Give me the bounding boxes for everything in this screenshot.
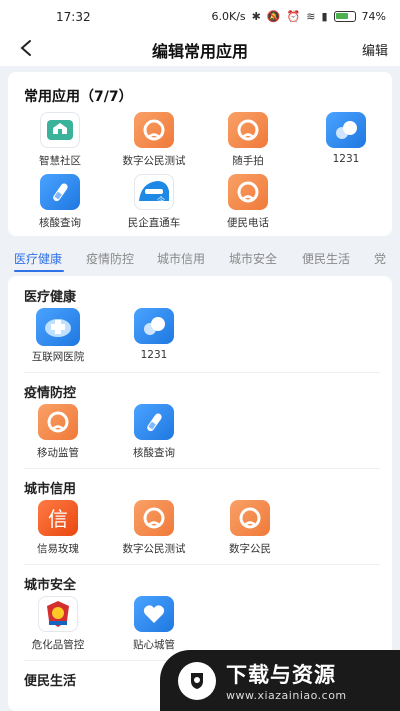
section-title: 城市安全	[24, 578, 77, 593]
divider	[24, 468, 380, 469]
category-list: 医疗健康 互联网医院 1231 疫情防控 移动监管 核酸查询 城市信用 信 信易…	[8, 276, 392, 711]
status-icons: 6.0K/s ✱ 🔕 ⏰ ≋ ▮ 74%	[211, 10, 386, 23]
watermark-banner: 下载与资源 www.xiazainiao.com	[160, 650, 400, 711]
status-time: 17:32	[56, 10, 91, 24]
tab-yiqing-fangkong[interactable]: 疫情防控	[86, 250, 134, 267]
heart-icon	[134, 596, 174, 632]
app-hulianwang-yiyuan[interactable]: 互联网医院	[10, 308, 106, 368]
category-tabs: 医疗健康 疫情防控 城市信用 城市安全 便民生活 党	[0, 244, 400, 274]
train-icon: 企	[134, 174, 174, 210]
download-logo-icon	[178, 661, 216, 700]
test-tube-icon	[40, 174, 80, 210]
supervision-icon	[38, 404, 78, 440]
page-title: 编辑常用应用	[151, 42, 248, 61]
favorites-title: 常用应用（7/7）	[24, 89, 133, 105]
app-1231[interactable]: 1231	[106, 308, 202, 368]
alarm-icon: ⏰	[286, 10, 301, 23]
signal-icon: ▮	[321, 10, 328, 23]
status-bar: 17:32 6.0K/s ✱ 🔕 ⏰ ≋ ▮ 74%	[0, 0, 400, 32]
tab-chengshi-anquan[interactable]: 城市安全	[229, 250, 277, 267]
water-drop-icon	[134, 308, 174, 344]
app-shuzi-gongmin[interactable]: 数字公民	[202, 500, 298, 560]
tab-chengshi-xinyong[interactable]: 城市信用	[157, 250, 205, 267]
police-badge-icon	[38, 596, 78, 632]
mute-icon: 🔕	[266, 10, 281, 23]
app-minqi-zhitongche[interactable]: 企 民企直通车	[106, 174, 202, 234]
app-shuzi-gongmin-ceshi[interactable]: 数字公民测试	[106, 112, 202, 172]
divider	[24, 564, 380, 565]
citizen-icon	[134, 500, 174, 536]
test-tube-icon	[134, 404, 174, 440]
battery-icon	[333, 11, 356, 22]
favorites-card: 常用应用（7/7） 智慧社区 数字公民测试 随手拍 1231 核酸查询 企 民企	[8, 72, 392, 236]
section-title: 医疗健康	[24, 290, 77, 305]
battery-level: 74%	[361, 10, 386, 23]
watermark-title: 下载与资源	[226, 663, 336, 687]
network-speed: 6.0K/s	[211, 10, 246, 23]
svg-text:企: 企	[157, 195, 165, 205]
app-bianmin-dianhua[interactable]: 便民电话	[200, 174, 296, 234]
tab-underline	[14, 270, 64, 272]
community-icon	[40, 112, 80, 148]
section-title: 疫情防控	[24, 386, 77, 401]
app-suishoupai[interactable]: 随手拍	[200, 112, 296, 172]
watermark-url: www.xiazainiao.com	[226, 689, 347, 702]
svg-text:信: 信	[48, 507, 68, 531]
tab-yiliao-jiankang[interactable]: 医疗健康	[14, 250, 62, 267]
app-yidong-jianguan[interactable]: 移动监管	[10, 404, 106, 464]
phone-icon	[228, 174, 268, 210]
water-drop-icon	[326, 112, 366, 148]
citizen-icon	[230, 500, 270, 536]
hospital-icon	[36, 308, 80, 346]
bluetooth-icon: ✱	[251, 10, 261, 23]
app-weihuapin-guankong[interactable]: 危化品管控	[10, 596, 106, 656]
edit-button[interactable]: 编辑	[362, 40, 388, 59]
section-title: 便民生活	[24, 674, 77, 689]
wifi-icon: ≋	[306, 10, 316, 23]
credit-icon: 信	[38, 500, 78, 536]
nav-bar: 编辑常用应用 编辑	[0, 32, 400, 66]
app-1231[interactable]: 1231	[298, 112, 394, 172]
divider	[24, 372, 380, 373]
app-xinyi-meigui[interactable]: 信 信易玫瑰	[10, 500, 106, 560]
app-shuzi-gongmin-ceshi[interactable]: 数字公民测试	[106, 500, 202, 560]
tab-bianmin-shenghuo[interactable]: 便民生活	[302, 250, 350, 267]
citizen-icon	[134, 112, 174, 148]
app-tiexin-chengguan[interactable]: 贴心城管	[106, 596, 202, 656]
app-hesuan-chaxun[interactable]: 核酸查询	[12, 174, 108, 234]
section-title: 城市信用	[24, 482, 77, 497]
app-zhihui-shequ[interactable]: 智慧社区	[12, 112, 108, 172]
tab-dang[interactable]: 党	[374, 250, 386, 267]
camera-snap-icon	[228, 112, 268, 148]
app-hesuan-chaxun[interactable]: 核酸查询	[106, 404, 202, 464]
